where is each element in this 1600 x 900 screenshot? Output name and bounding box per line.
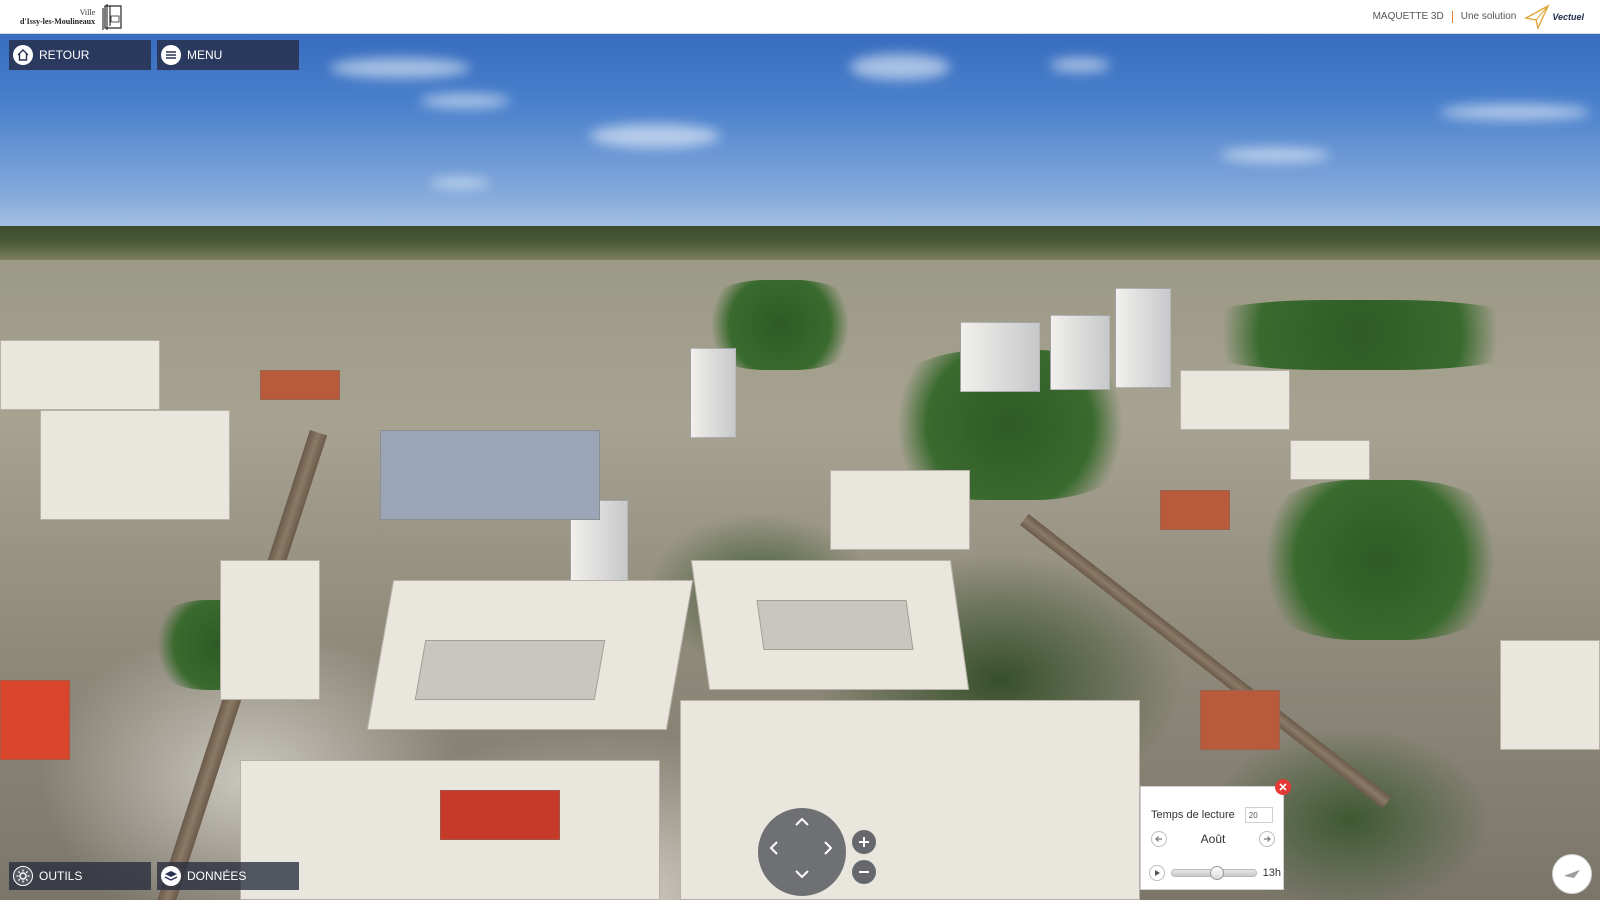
roof	[260, 370, 340, 400]
cloud	[430, 178, 490, 188]
building	[1500, 640, 1600, 750]
city-emblem-icon	[102, 3, 122, 30]
prev-month-icon	[1155, 836, 1162, 842]
building	[380, 430, 600, 520]
top-right-info: MAQUETTE 3D Une solution Vectuel	[1372, 3, 1584, 30]
duration-row: Temps de lecture	[1151, 807, 1273, 823]
retour-label: RETOUR	[39, 48, 90, 62]
hour-value: 13h	[1262, 867, 1281, 879]
trees	[1180, 300, 1540, 370]
hour-slider-thumb[interactable]	[1209, 866, 1224, 880]
building	[0, 340, 160, 410]
compass-icon	[1564, 870, 1580, 878]
courtyard	[756, 600, 914, 650]
home-icon	[13, 45, 33, 65]
product-title: MAQUETTE 3D	[1372, 11, 1444, 22]
arrow-up-icon[interactable]	[792, 812, 812, 832]
zoom-in-button[interactable]	[852, 830, 876, 854]
cloud	[1050, 58, 1110, 72]
city-name-line1: Ville	[79, 7, 96, 17]
hour-row: 13h	[1149, 865, 1281, 881]
building	[40, 410, 230, 520]
donnees-label: DONNÉES	[187, 869, 247, 883]
menu-label: MENU	[187, 48, 223, 62]
city-name-line2: d'Issy-les-Moulineaux	[20, 16, 96, 26]
outils-button[interactable]: OUTILS	[9, 862, 151, 890]
building	[1050, 315, 1110, 390]
plus-icon	[859, 837, 869, 847]
outils-label: OUTILS	[39, 869, 83, 883]
building	[830, 470, 970, 550]
roof	[0, 680, 70, 760]
cloud	[330, 58, 470, 78]
roof	[1200, 690, 1280, 750]
arrow-left-icon[interactable]	[764, 838, 784, 858]
building	[1180, 370, 1290, 430]
solution-label: Une solution	[1460, 11, 1517, 22]
sunlight-time-panel: Temps de lecture Août 13h	[1140, 779, 1291, 890]
city-name: Ville d'Issy-les-Moulineaux	[20, 8, 95, 26]
cloud	[420, 94, 510, 108]
trees	[1250, 480, 1510, 640]
brand-logo[interactable]: Vectuel	[1524, 3, 1584, 30]
separator	[1451, 10, 1453, 23]
layers-icon	[161, 866, 181, 886]
arrow-right-icon[interactable]	[818, 838, 838, 858]
map-viewport[interactable]	[0, 0, 1600, 900]
building	[680, 700, 1140, 900]
prev-month-button[interactable]	[1151, 831, 1167, 847]
sky	[0, 0, 1600, 232]
building	[1115, 288, 1171, 388]
roof	[1160, 490, 1230, 530]
retour-button[interactable]: RETOUR	[9, 40, 151, 70]
close-icon	[1279, 783, 1287, 791]
month-row: Août	[1151, 831, 1275, 847]
next-month-button[interactable]	[1259, 831, 1275, 847]
top-bar: Ville d'Issy-les-Moulineaux MAQUETTE 3D …	[0, 0, 1600, 34]
roof	[440, 790, 560, 840]
donnees-button[interactable]: DONNÉES	[157, 862, 299, 890]
duration-label: Temps de lecture	[1151, 809, 1235, 821]
building	[1290, 440, 1370, 480]
duration-input[interactable]	[1244, 807, 1273, 823]
city-logo[interactable]: Ville d'Issy-les-Moulineaux	[20, 2, 123, 32]
vectuel-logo-icon	[1524, 3, 1550, 30]
zoom-out-button[interactable]	[852, 860, 876, 884]
cloud	[590, 124, 720, 148]
menu-button[interactable]: MENU	[157, 40, 299, 70]
play-icon	[1154, 870, 1160, 876]
ground	[0, 260, 1600, 900]
next-month-icon	[1264, 836, 1271, 842]
cloud	[1440, 104, 1590, 120]
courtyard	[414, 640, 606, 700]
cloud	[1220, 148, 1330, 162]
building	[960, 322, 1040, 392]
close-button[interactable]	[1275, 779, 1291, 795]
building	[220, 560, 320, 700]
compass-button[interactable]	[1552, 854, 1592, 894]
hamburger-icon	[161, 45, 181, 65]
building	[690, 348, 736, 438]
play-button[interactable]	[1149, 865, 1165, 881]
arrow-down-icon[interactable]	[792, 864, 812, 884]
cloud	[850, 54, 950, 80]
minus-icon	[859, 871, 869, 873]
hour-slider[interactable]	[1170, 866, 1257, 880]
brand-name: Vectuel	[1552, 11, 1584, 22]
gear-icon	[13, 866, 33, 886]
month-value: Août	[1200, 832, 1226, 846]
